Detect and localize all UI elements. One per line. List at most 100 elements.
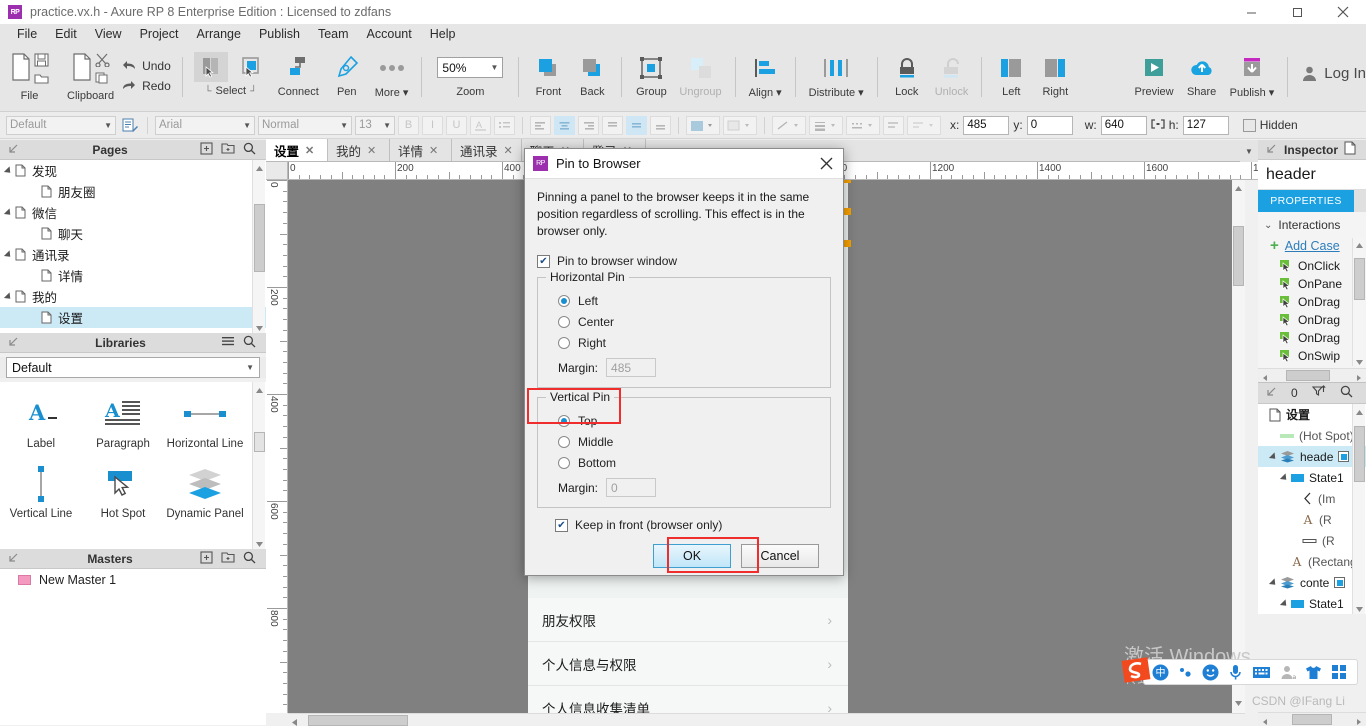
library-widget-horizontal-line[interactable]: Horizontal Line: [164, 388, 246, 458]
distribute-button[interactable]: Distribute ▾: [803, 45, 870, 105]
align-center-button[interactable]: [554, 115, 575, 135]
ok-button[interactable]: OK: [653, 544, 731, 568]
text-color-button[interactable]: A: [470, 115, 491, 135]
keyboard-icon[interactable]: [1252, 665, 1271, 680]
canvas-horizontal-scrollbar[interactable]: [288, 713, 1245, 726]
outline-item[interactable]: State1: [1258, 593, 1366, 614]
group-button[interactable]: Group: [629, 45, 673, 105]
font-family-select[interactable]: Arial ▼: [155, 115, 255, 135]
paste-icon[interactable]: [71, 53, 93, 84]
page-tree-item[interactable]: 朋友圈: [0, 181, 266, 202]
menu-file[interactable]: File: [8, 24, 46, 45]
pen-tool[interactable]: Pen: [325, 45, 369, 105]
menu-account[interactable]: Account: [358, 24, 421, 45]
list-item[interactable]: 个人信息收集清单 ›: [528, 686, 848, 713]
widget-style-select[interactable]: Default ▼: [6, 115, 116, 135]
undo-button[interactable]: Undo: [122, 59, 171, 73]
close-icon[interactable]: ✕: [504, 144, 513, 157]
selection-handle[interactable]: [844, 240, 851, 247]
library-widget-hot-spot[interactable]: Hot Spot: [82, 458, 164, 528]
close-icon[interactable]: ✕: [429, 144, 438, 157]
page-icon[interactable]: [1344, 141, 1356, 158]
punctuation-icon[interactable]: [1178, 665, 1193, 680]
menu-arrange[interactable]: Arrange: [187, 24, 249, 45]
expand-arrow-icon[interactable]: [1268, 577, 1279, 588]
marquee-select-icon[interactable]: [234, 52, 268, 82]
menu-view[interactable]: View: [86, 24, 131, 45]
tab-overflow-button[interactable]: ▼: [1240, 140, 1258, 162]
list-item[interactable]: New Master 1: [0, 569, 266, 591]
panel-state-badge[interactable]: [1338, 451, 1350, 462]
send-back-button[interactable]: Back: [570, 45, 614, 105]
w-input[interactable]: [1100, 115, 1147, 135]
page-tree-item[interactable]: 我的: [0, 286, 266, 307]
arrow-style-button[interactable]: [883, 115, 904, 135]
new-file-icon[interactable]: [10, 53, 32, 84]
outline-item[interactable]: (R: [1258, 530, 1366, 551]
canvas-vertical-scrollbar[interactable]: [1232, 180, 1245, 713]
toggle-left-panel-button[interactable]: Left: [989, 45, 1033, 105]
save-icon[interactable]: [34, 53, 49, 70]
menu-publish[interactable]: Publish: [250, 24, 309, 45]
pin-to-browser-checkbox[interactable]: ✔: [537, 254, 550, 268]
outline-item[interactable]: (Im: [1258, 488, 1366, 509]
connect-tool[interactable]: Connect: [272, 45, 325, 105]
outline-scrollbar[interactable]: [1352, 404, 1365, 614]
interaction-event-row[interactable]: OnPane: [1258, 275, 1366, 293]
login-button[interactable]: Log In: [1295, 45, 1366, 82]
page-tree-item[interactable]: 通讯录: [0, 244, 266, 265]
scroll-up-icon[interactable]: [1234, 182, 1243, 196]
scroll-down-icon[interactable]: [1355, 603, 1364, 612]
page-tree-item[interactable]: 详情: [0, 265, 266, 286]
menu-help[interactable]: Help: [421, 24, 465, 45]
search-icon[interactable]: [243, 142, 256, 158]
apps-icon[interactable]: [1331, 664, 1347, 680]
skin-icon[interactable]: [1305, 665, 1322, 680]
inspector-hscroll-thumb[interactable]: [1286, 370, 1330, 381]
hidden-checkbox[interactable]: [1242, 118, 1256, 132]
search-icon[interactable]: [243, 335, 256, 351]
style-editor-icon[interactable]: [119, 116, 140, 135]
tab-properties[interactable]: PROPERTIES: [1258, 190, 1354, 212]
cut-icon[interactable]: [95, 53, 110, 70]
horizontal-margin-input[interactable]: [606, 358, 657, 377]
collapse-arrow-icon[interactable]: [8, 143, 20, 157]
align-button[interactable]: Align ▾: [743, 45, 788, 105]
line-arrow-select[interactable]: [907, 115, 941, 135]
preview-button[interactable]: Preview: [1129, 45, 1180, 105]
interaction-event-row[interactable]: OnDrag: [1258, 311, 1366, 329]
copy-icon[interactable]: [95, 72, 110, 87]
more-tools-button[interactable]: More ▾: [369, 45, 415, 105]
text-list-button[interactable]: [494, 115, 515, 135]
toggle-right-panel-button[interactable]: Right: [1033, 45, 1077, 105]
selection-handle[interactable]: [844, 208, 851, 215]
outline-item[interactable]: State1: [1258, 467, 1366, 488]
library-select[interactable]: Default ▼: [6, 357, 260, 378]
y-input[interactable]: [1026, 115, 1073, 135]
search-icon[interactable]: [243, 551, 256, 567]
scroll-up-icon[interactable]: [1355, 239, 1364, 248]
italic-button[interactable]: I: [422, 115, 443, 135]
expand-arrow-icon[interactable]: [3, 165, 14, 176]
add-page-icon[interactable]: [200, 141, 213, 158]
scroll-up-icon[interactable]: [255, 162, 264, 171]
open-folder-icon[interactable]: [34, 72, 49, 87]
lock-button[interactable]: Lock: [885, 45, 929, 105]
outline-scroll-thumb[interactable]: [1354, 426, 1365, 482]
interaction-event-row[interactable]: OnDrag: [1258, 293, 1366, 311]
fill-color-button[interactable]: [686, 115, 720, 135]
collapse-arrow-icon[interactable]: [8, 552, 20, 566]
underline-button[interactable]: U: [446, 115, 467, 135]
vertical-ruler[interactable]: 0 200 400 600 800: [266, 180, 288, 713]
scroll-down-icon[interactable]: [1234, 697, 1243, 711]
cancel-button[interactable]: Cancel: [741, 544, 819, 568]
menu-team[interactable]: Team: [309, 24, 358, 45]
page-tree-item[interactable]: 设置: [0, 307, 266, 328]
x-input[interactable]: [963, 115, 1010, 135]
outline-item[interactable]: conte: [1258, 572, 1366, 593]
interaction-event-row[interactable]: OnSwip: [1258, 347, 1366, 365]
line-width-button[interactable]: [809, 115, 843, 135]
align-left-button[interactable]: [530, 115, 551, 135]
inspector-hscrollbar[interactable]: [1258, 368, 1366, 382]
scroll-up-icon[interactable]: [1355, 406, 1364, 415]
